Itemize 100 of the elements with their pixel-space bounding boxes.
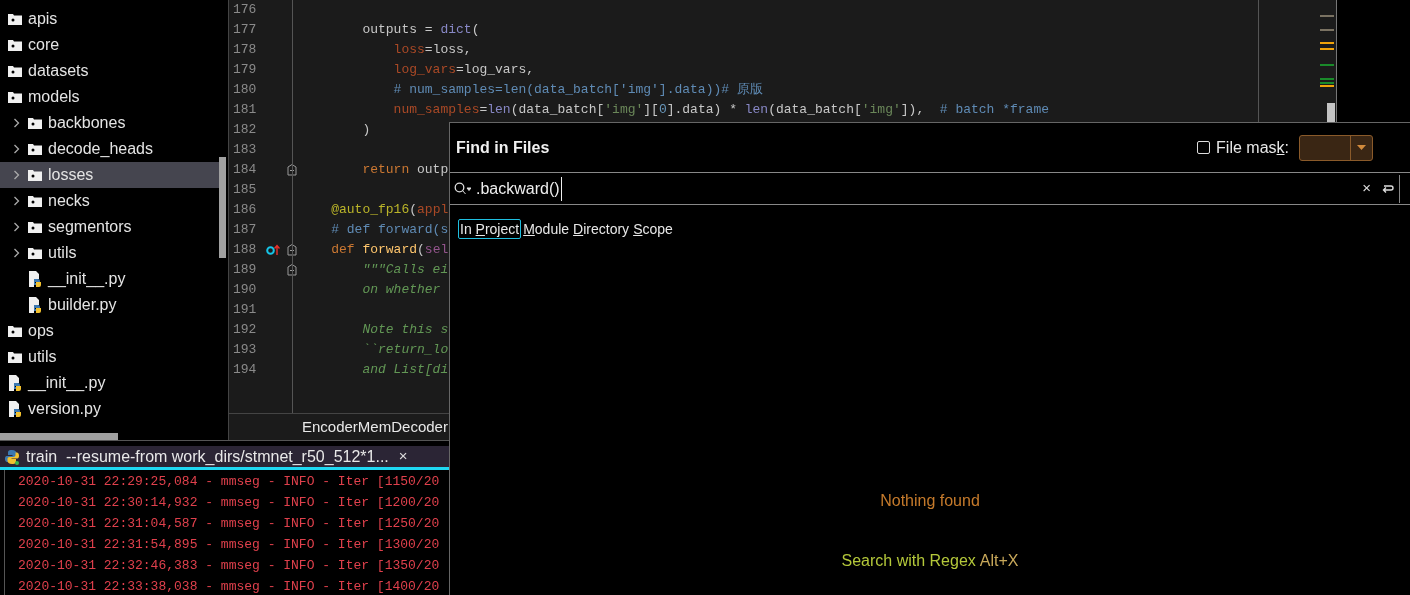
tree-item[interactable]: necks [0,188,219,214]
chevron-icon[interactable] [12,170,20,180]
horizontal-scrollbar-thumb[interactable] [0,433,118,440]
folder-icon [28,169,42,181]
tree-item[interactable]: datasets [0,58,219,84]
line-number: 194 [232,361,258,380]
line-number: 190 [232,281,258,300]
code-line: ) [361,121,371,140]
line-number: 184 [232,161,258,180]
chevron-icon[interactable] [12,248,20,258]
log-line: 2020-10-31 22:31:54,895 - mmseg - INFO - Iter [1300/20 [18,536,441,554]
empty-message: Nothing found [880,491,980,511]
line-number: 183 [232,141,258,160]
shortcut-hint: Alt+X [979,551,1019,571]
line-number: 180 [232,81,258,100]
code-line: """Calls ei [361,261,449,280]
close-button[interactable]: × [398,445,408,468]
line-number: 181 [232,101,258,120]
tree-item[interactable]: core [0,32,219,58]
folder-icon [28,117,42,129]
folder-icon [8,13,22,25]
tree-item[interactable]: models [0,84,219,110]
tree-item[interactable]: version.py [0,396,219,422]
tree-item[interactable]: decode_heads [0,136,219,162]
code-line: loss=loss, [392,41,472,60]
scrollbar-thumb[interactable] [219,157,226,258]
fold-marker-icon[interactable] [286,244,297,256]
line-number: 191 [232,301,258,320]
folder-icon [28,195,42,207]
folder-icon [8,91,22,103]
search-field[interactable]: .backward() [471,173,1363,204]
folder-icon [28,221,42,233]
code-line: outputs = dict( [361,21,480,40]
regex-link[interactable]: Search with Regex [841,549,976,573]
tab-label: train --resume-from work_dirs/stmnet_r50_512*1... [26,446,389,467]
search-icon[interactable] [454,182,471,195]
line-number: 192 [232,321,258,340]
line-number: 187 [232,221,258,240]
chevron-icon[interactable] [12,144,20,154]
file-mask-dropdown[interactable] [1299,134,1373,161]
log-line: 2020-10-31 22:33:38,038 - mmseg - INFO - Iter [1400/20 [18,578,441,595]
dialog-title: Find in Files [456,137,550,158]
tree-item[interactable]: ops [0,318,219,344]
log-line: 2020-10-31 22:32:46,383 - mmseg - INFO - Iter [1350/20 [18,557,441,575]
clear-button[interactable]: × [1362,177,1371,200]
line-number: 177 [232,21,258,40]
code-line: def forward(sel [330,241,449,260]
line-number: 193 [232,341,258,360]
tree-item[interactable]: utils [0,344,219,370]
scope-tab[interactable]: Scope [631,219,675,239]
tree-item[interactable]: __init__.py [0,266,219,292]
code-line: return outp [361,161,449,180]
tree-item[interactable]: utils [0,240,219,266]
chevron-icon[interactable] [12,196,20,206]
line-number: 186 [232,201,258,220]
folder-icon [8,351,22,363]
override-marker-icon[interactable] [266,244,280,256]
scope-tab[interactable]: Module [521,219,572,239]
checkbox[interactable] [1197,141,1211,154]
code-line: log_vars=log_vars, [392,61,535,80]
scrollbar-thumb[interactable] [1327,103,1335,123]
python-file-icon [28,271,42,287]
breadcrumb[interactable]: EncoderMemDecoder [302,415,448,439]
scope-tab[interactable]: Directory [571,219,632,239]
chevron-icon[interactable] [12,222,20,232]
code-line: on whether [361,281,442,300]
code-line: ``return_lo [361,341,449,360]
line-number: 178 [232,41,258,60]
tree-item[interactable]: apis [0,6,219,32]
chevron-icon[interactable] [12,118,20,128]
tree-item[interactable]: segmentors [0,214,219,240]
tree-item[interactable]: losses [0,162,219,188]
line-number: 188 [232,241,258,260]
log-line: 2020-10-31 22:30:14,932 - mmseg - INFO - Iter [1200/20 [18,494,441,512]
fold-marker-icon[interactable] [286,264,297,276]
log-line: 2020-10-31 22:31:04,587 - mmseg - INFO - Iter [1250/20 [18,515,441,533]
scope-tab[interactable]: In Project [458,219,522,239]
code-line: @auto_fp16(appl [330,201,449,220]
python-file-icon [8,401,22,417]
code-line: Note this s [361,321,449,340]
code-line: # num_samples=len(data_batch['img'].data))# 原版 [392,81,763,100]
caret-icon [1357,145,1366,150]
code-line: # def forward(s [330,221,449,240]
python-icon [4,448,20,465]
tree-item[interactable]: __init__.py [0,370,219,396]
fold-marker-icon[interactable] [286,164,297,176]
folder-icon [8,39,22,51]
python-file-icon [8,375,22,391]
tree-item[interactable]: builder.py [0,292,219,318]
run-tab[interactable]: train --resume-from work_dirs/stmnet_r50_512*1... × [0,446,449,470]
code-line: num_samples=len(data_batch['img'][0].data) * len(data_batch['img']), # batch *frame [392,101,1049,120]
line-number: 179 [232,61,258,80]
folder-icon [8,65,22,77]
folder-icon [8,325,22,337]
folder-icon [28,143,42,155]
file-mask-label: File mask: [1216,137,1289,158]
newline-icon[interactable] [1381,182,1394,195]
line-number: 185 [232,181,258,200]
python-file-icon [28,297,42,313]
tree-item[interactable]: backbones [0,110,219,136]
